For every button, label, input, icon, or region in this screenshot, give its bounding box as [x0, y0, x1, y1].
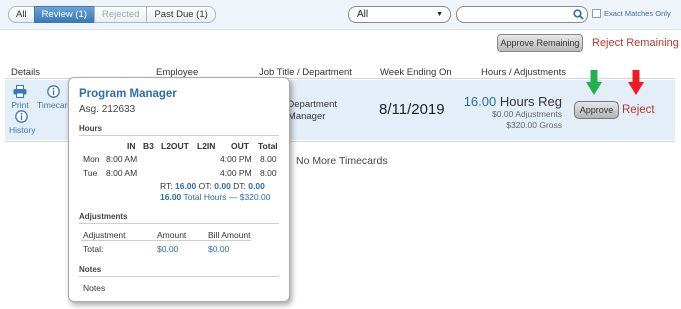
column-details: Details [11, 67, 41, 78]
adj-header-amount: Amount [157, 230, 187, 240]
arrow-down-red-icon [628, 70, 644, 95]
time-in: 8:00 AM [106, 154, 138, 164]
dt-label: DT: [233, 181, 246, 191]
hours-header-in: IN [127, 141, 136, 151]
day-label: Mon [83, 154, 100, 164]
hours-type: Hours Reg [499, 94, 562, 109]
column-week-ending: Week Ending On [380, 67, 452, 78]
select-value: All [357, 9, 369, 20]
exact-matches-label: Exact Matches Only [604, 9, 671, 18]
gross-amount: $320.00 Gross [506, 120, 562, 130]
caret-down-icon: ▼ [436, 11, 443, 18]
notes-text: Notes [83, 283, 106, 293]
timecard-label: Timecard [37, 100, 73, 110]
hours-divider [79, 135, 279, 136]
tab-all[interactable]: All [8, 6, 35, 23]
total-hours-text: Total Hours — $320.00 [183, 192, 271, 202]
day-label: Tue [83, 168, 98, 178]
adj-amount: $0.00 [157, 244, 179, 254]
hours-header-l2out: L2OUT [161, 141, 189, 151]
no-more-timecards: No More Timecards [296, 155, 388, 167]
search-icon[interactable] [573, 9, 584, 20]
tab-rejected[interactable]: Rejected [93, 6, 148, 23]
timecard-action[interactable]: Timecard [37, 85, 73, 110]
popup-title: Program Manager [79, 88, 177, 100]
reject-remaining-link[interactable]: Reject Remaining [592, 37, 679, 49]
adj-header-adjustment: Adjustment [83, 230, 126, 240]
regular-hours: 16.00 Hours Reg [460, 94, 562, 109]
time-out: 4:00 PM [220, 154, 252, 164]
tab-review[interactable]: Review (1) [33, 6, 95, 23]
day-total: 8.00 [260, 168, 277, 178]
history-label: History [9, 125, 36, 135]
rt-label: RT: [160, 181, 173, 191]
print-label: Print [11, 100, 29, 110]
notes-divider [79, 276, 279, 277]
total-hours-line: 16.00 Total Hours — $320.00 [160, 192, 270, 202]
column-hours: Hours / Adjustments [481, 67, 567, 78]
filter-bar: All Review (1) Rejected Past Due (1) All… [0, 0, 681, 30]
hours-summary: RT: 16.00 OT: 0.00 DT: 0.00 [160, 181, 265, 191]
print-action[interactable]: Print [9, 85, 31, 110]
day-total: 8.00 [260, 154, 277, 164]
ot-label: OT: [198, 181, 212, 191]
notes-section-title: Notes [79, 265, 102, 274]
timecard-details-popup: Program Manager Asg. 212633 Hours IN B3 … [68, 77, 290, 302]
search-input[interactable] [456, 6, 588, 23]
status-tabs: All Review (1) Rejected Past Due (1) [8, 6, 216, 23]
info-icon [46, 85, 60, 98]
adjustments-divider [79, 223, 279, 224]
printer-icon [13, 85, 27, 98]
total-hours-value: 16.00 [160, 192, 182, 202]
reject-link[interactable]: Reject [622, 104, 655, 116]
arrow-down-green-icon [586, 70, 602, 95]
adjustments-section-title: Adjustments [79, 212, 128, 221]
history-icon [14, 110, 28, 123]
hours-section-title: Hours [79, 124, 103, 133]
week-ending-date: 8/11/2019 [379, 101, 445, 118]
adj-header-bill-amount: Bill Amount [208, 230, 251, 240]
hours-value: 16.00 [463, 94, 497, 109]
employee-filter-select[interactable]: All ▼ [348, 6, 451, 23]
time-in: 8:00 AM [106, 168, 138, 178]
hours-header-l2in: L2IN [197, 141, 216, 151]
adjustments-table-divider [81, 240, 251, 241]
approve-button[interactable]: Approve [574, 101, 619, 119]
ot-value: 0.00 [214, 181, 231, 191]
exact-matches-checkbox[interactable] [592, 9, 601, 18]
history-action[interactable]: History [9, 110, 36, 135]
time-out: 4:00 PM [220, 168, 252, 178]
adjustments-amount: $0.00 Adjustments [492, 109, 562, 119]
approve-remaining-button[interactable]: Approve Remaining [497, 34, 583, 52]
assignment-number: Asg. 212633 [79, 104, 136, 115]
adj-bill-amount: $0.00 [208, 244, 230, 254]
dt-value: 0.00 [248, 181, 265, 191]
hours-header-total: Total [258, 141, 278, 151]
rt-value: 16.00 [174, 181, 197, 191]
tab-past-due[interactable]: Past Due (1) [146, 6, 216, 23]
adj-total-label: Total: [83, 244, 104, 254]
hours-header-out: OUT [231, 141, 249, 151]
hours-header-b3: B3 [143, 141, 154, 151]
exact-matches-option[interactable]: Exact Matches Only [592, 9, 671, 18]
